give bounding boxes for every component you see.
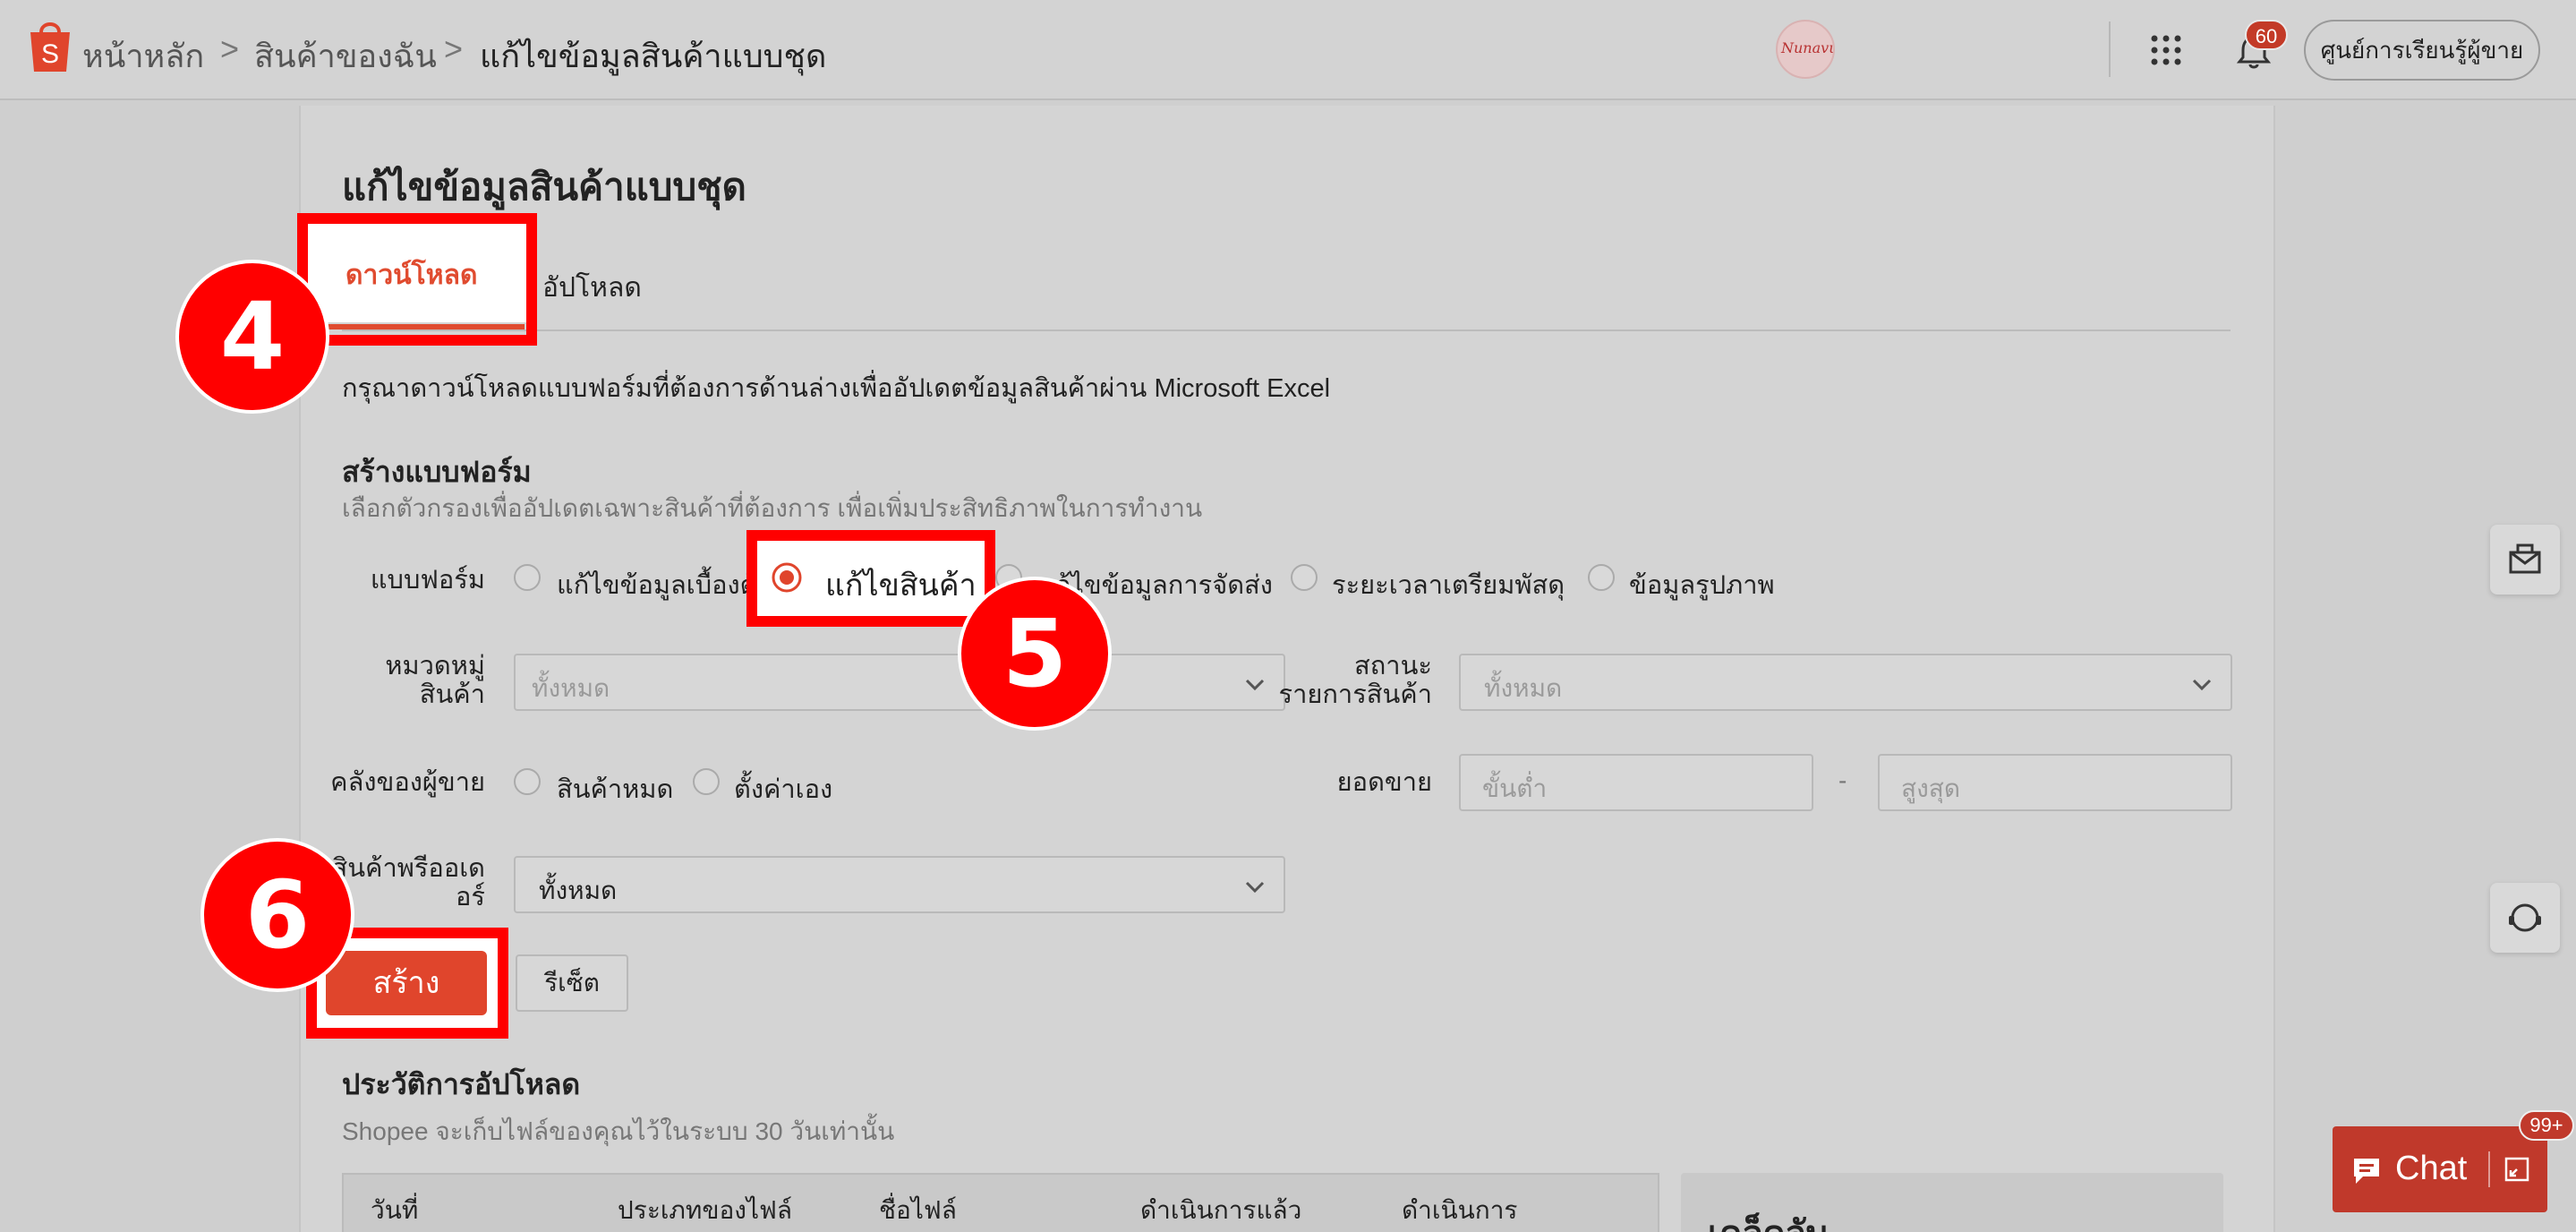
page-title: แก้ไขข้อมูลสินค้าแบบชุด <box>342 166 746 208</box>
side-mail-button[interactable] <box>2490 525 2560 595</box>
top-bar: S หน้าหลัก > สินค้าของฉัน > แก้ไขข้อมูลส… <box>0 0 2576 100</box>
tab-active-indicator <box>313 324 525 329</box>
chat-unread-badge: 99+ <box>2519 1110 2574 1141</box>
step-6-marker: 6 <box>200 838 354 992</box>
chevron-down-icon <box>2192 679 2212 691</box>
radio-edit-product[interactable] <box>772 562 802 593</box>
create-template-subtitle: เลือกตัวกรองเพื่ออัปเดตเฉพาะสินค้าที่ต้อ… <box>342 494 1203 522</box>
chat-bubble-icon <box>2354 1159 2379 1184</box>
chat-button[interactable]: Chat <box>2333 1126 2547 1212</box>
create-button[interactable]: สร้าง <box>326 951 487 1015</box>
preorder-select[interactable]: ทั้งหมด <box>514 856 1285 913</box>
headset-icon <box>2509 903 2541 932</box>
column-file-type: ประเภทของไฟล์ <box>618 1196 793 1224</box>
radio-custom-stock-label[interactable]: ตั้งค่าเอง <box>734 768 832 809</box>
shop-avatar[interactable]: Nunavut <box>1776 20 1835 79</box>
listing-status-select[interactable]: ทั้งหมด <box>1459 654 2232 711</box>
sales-min-input[interactable]: ขั้นต่ำ <box>1459 754 1813 811</box>
apps-grid-icon[interactable] <box>2150 34 2182 66</box>
column-action: ดำเนินการ <box>1402 1196 1518 1224</box>
mail-icon <box>2509 543 2541 574</box>
chevron-down-icon <box>1245 881 1265 894</box>
radio-dts[interactable] <box>1291 564 1318 591</box>
breadcrumb-separator-icon: > <box>220 30 240 67</box>
breadcrumb-my-products[interactable]: สินค้าของฉัน <box>254 30 437 81</box>
sales-range-separator: - <box>1838 766 1847 794</box>
download-instructions: กรุณาดาวน์โหลดแบบฟอร์มที่ต้องการด้านล่าง… <box>342 374 1331 403</box>
notification-count-badge: 60 <box>2245 20 2288 50</box>
side-support-button[interactable] <box>2490 883 2560 953</box>
column-file-name: ชื่อไฟล์ <box>879 1196 957 1224</box>
tab-upload[interactable]: อัปโหลด <box>542 267 642 309</box>
template-label: แบบฟอร์ม <box>370 566 485 595</box>
tab-divider <box>342 329 2231 331</box>
radio-out-of-stock-label[interactable]: สินค้าหมด <box>557 768 673 809</box>
svg-text:S: S <box>41 39 59 69</box>
radio-dts-label[interactable]: ระยะเวลาเตรียมพัสดุ <box>1332 564 1565 605</box>
listing-status-label: สถานะ รายการสินค้า <box>1278 652 1432 709</box>
radio-edit-product-label[interactable]: แก้ไขสินค้า <box>825 560 977 609</box>
breadcrumb-separator-icon: > <box>444 30 464 67</box>
radio-out-of-stock[interactable] <box>514 768 541 795</box>
tips-title: เคล็ดลับ <box>1708 1205 1828 1232</box>
chat-label: Chat <box>2395 1150 2468 1187</box>
step-5-marker: 5 <box>958 577 1112 731</box>
breadcrumb-home[interactable]: หน้าหลัก <box>82 30 204 81</box>
radio-basic-info-label[interactable]: แก้ไขข้อมูลเบื้องต้น <box>557 564 774 605</box>
step-4-marker: 4 <box>175 260 329 414</box>
header-divider <box>2109 21 2111 77</box>
radio-basic-info[interactable] <box>514 564 541 591</box>
column-date: วันที่ <box>371 1196 419 1224</box>
upload-history-title: ประวัติการอัปโหลด <box>342 1068 581 1100</box>
chat-divider <box>2488 1151 2490 1187</box>
reset-button[interactable]: รีเซ็ต <box>516 954 628 1012</box>
breadcrumb-current: แก้ไขข้อมูลสินค้าแบบชุด <box>480 38 827 74</box>
shopee-logo-icon[interactable]: S <box>25 18 75 73</box>
tab-download-highlighted[interactable]: ดาวน์โหลด <box>345 254 477 296</box>
seller-stock-label: คลังของผู้ขาย <box>330 768 485 797</box>
radio-image-info-label[interactable]: ข้อมูลรูปภาพ <box>1629 564 1775 605</box>
radio-image-info[interactable] <box>1588 564 1615 591</box>
column-processed: ดำเนินการแล้ว <box>1140 1196 1302 1224</box>
seller-education-button[interactable]: ศูนย์การเรียนรู้ผู้ขาย <box>2304 20 2540 81</box>
popout-icon[interactable] <box>2503 1155 2531 1184</box>
upload-history-subtitle: Shopee จะเก็บไฟล์ของคุณไว้ในระบบ 30 วันเ… <box>342 1117 895 1145</box>
category-select[interactable]: ทั้งหมด <box>514 654 1285 711</box>
sales-label: ยอดขาย <box>1336 768 1432 797</box>
radio-custom-stock[interactable] <box>693 768 720 795</box>
sales-max-input[interactable]: สูงสุด <box>1878 754 2232 811</box>
category-label: หมวดหมู่ สินค้า <box>385 652 485 709</box>
